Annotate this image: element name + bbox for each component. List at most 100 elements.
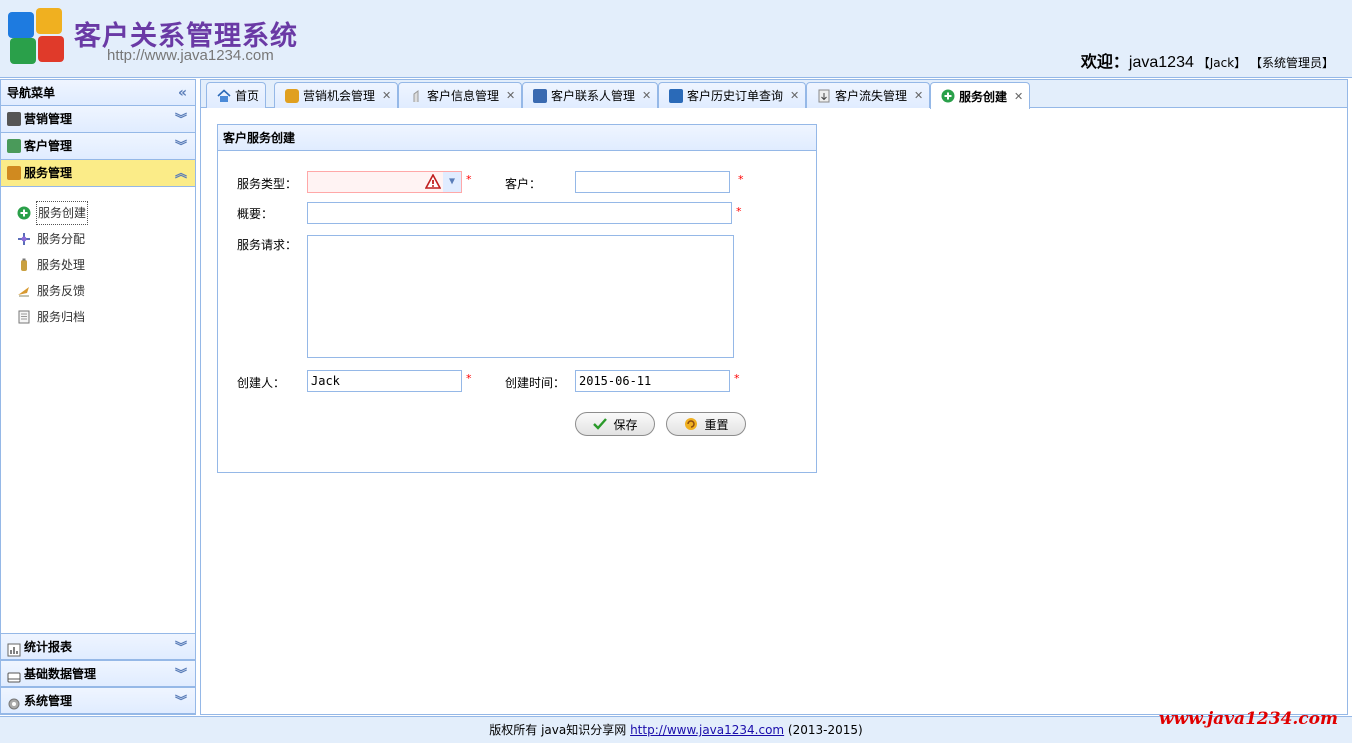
section-reports[interactable]: 统计报表 ︾ — [1, 633, 195, 660]
section-label: 系统管理 — [24, 693, 73, 708]
feedback-icon — [17, 284, 31, 298]
section-customers[interactable]: 客户管理 ︾ — [1, 133, 195, 160]
close-icon[interactable]: ✕ — [642, 89, 651, 102]
bottom-sections: 统计报表 ︾ 基础数据管理 ︾ 系统管理 ︾ — [1, 633, 195, 714]
username: java1234 — [1128, 54, 1194, 71]
tab-label: 服务创建 — [959, 89, 1008, 104]
chevron-down-icon[interactable]: ▼ — [443, 172, 461, 192]
footer-link[interactable]: http://www.java1234.com — [630, 723, 784, 737]
tab-customer-loss[interactable]: 客户流失管理 ✕ — [806, 82, 931, 108]
app-url: http://www.java1234.com — [107, 47, 274, 64]
order-history-icon — [669, 88, 683, 103]
home-icon — [217, 88, 231, 103]
tab-bar: 首页 营销机会管理 ✕ 客户信息管理 ✕ 客户联系人管理 ✕ 客户历史订单查询 … — [201, 80, 1347, 109]
nav-title-label: 导航菜单 — [7, 86, 56, 100]
footer: 版权所有 java知识分享网 http://www.java1234.com (… — [0, 716, 1352, 743]
reset-button[interactable]: 重置 — [666, 412, 746, 436]
section-system[interactable]: 系统管理 ︾ — [1, 687, 195, 714]
tab-marketing-opportunity[interactable]: 营销机会管理 ✕ — [274, 82, 399, 108]
collapse-left-icon[interactable]: « — [178, 80, 187, 106]
service-type-label: 服务类型： — [237, 177, 298, 191]
chevron-down-icon: ︾ — [174, 694, 187, 708]
tab-customer-contacts[interactable]: 客户联系人管理 ✕ — [522, 82, 659, 108]
section-label: 服务管理 — [24, 166, 73, 180]
tab-label: 客户流失管理 — [835, 89, 908, 103]
summary-label: 概要： — [237, 207, 274, 221]
tab-service-create[interactable]: 服务创建 ✕ — [930, 82, 1031, 109]
chevron-up-icon: ︽ — [174, 166, 187, 180]
tab-customer-info[interactable]: 客户信息管理 ✕ — [398, 82, 523, 108]
menu-item-service-assign[interactable]: 服务分配 — [1, 226, 195, 252]
tab-label: 客户联系人管理 — [551, 89, 636, 103]
section-label: 统计报表 — [24, 639, 73, 654]
close-icon[interactable]: ✕ — [382, 89, 391, 102]
menu-item-service-feedback[interactable]: 服务反馈 — [1, 278, 195, 304]
menu-item-label: 服务创建 — [36, 201, 89, 225]
save-button[interactable]: 保存 — [575, 412, 655, 436]
chevron-down-icon: ︾ — [174, 139, 187, 153]
chevron-down-icon: ︾ — [174, 640, 187, 654]
footer-prefix: 版权所有 java知识分享网 — [489, 723, 631, 737]
service-icon — [7, 166, 21, 180]
required-mark: * — [738, 173, 744, 186]
add-circle-icon — [17, 206, 31, 220]
chevron-down-icon: ︾ — [174, 667, 187, 681]
tab-home[interactable]: 首页 — [206, 82, 267, 108]
menu-item-label: 服务反馈 — [37, 284, 86, 298]
user-name-tag: 【Jack】 — [1197, 56, 1247, 70]
database-icon — [7, 667, 21, 682]
close-icon[interactable]: ✕ — [790, 89, 799, 102]
save-label: 保存 — [613, 417, 638, 432]
create-time-label: 创建时间： — [505, 376, 566, 390]
tab-order-history[interactable]: 客户历史订单查询 ✕ — [658, 82, 807, 108]
role-tag: 【系统管理员】 — [1249, 56, 1334, 70]
close-icon[interactable]: ✕ — [506, 89, 515, 102]
gear-icon — [7, 694, 21, 709]
section-label: 营销管理 — [24, 112, 73, 126]
nav-title: 导航菜单 « — [1, 80, 195, 106]
user-info-icon — [409, 89, 423, 103]
request-label: 服务请求： — [237, 238, 298, 252]
tab-label: 客户信息管理 — [427, 89, 500, 103]
welcome-label: 欢迎： — [1080, 52, 1129, 71]
coin-icon — [285, 88, 299, 103]
section-base-data[interactable]: 基础数据管理 ︾ — [1, 660, 195, 687]
customer-input[interactable] — [575, 171, 730, 193]
required-mark: * — [466, 173, 472, 186]
required-mark: * — [734, 372, 740, 385]
process-icon — [17, 258, 31, 272]
service-type-select[interactable]: ▼ — [307, 171, 462, 193]
assign-icon — [17, 232, 31, 246]
section-label: 基础数据管理 — [24, 666, 97, 681]
section-marketing[interactable]: 营销管理 ︾ — [1, 106, 195, 133]
section-label: 客户管理 — [24, 139, 73, 153]
close-icon[interactable]: ✕ — [1014, 90, 1023, 103]
summary-input[interactable] — [307, 202, 732, 224]
customers-icon — [7, 139, 21, 153]
creator-input[interactable]: Jack — [307, 370, 462, 392]
creator-label: 创建人： — [237, 376, 286, 390]
close-icon[interactable]: ✕ — [914, 89, 923, 102]
service-create-panel: 客户服务创建 服务类型： ▼ * 客户： * 概要： * 服务请求： 创建人： … — [217, 124, 817, 473]
tab-label: 营销机会管理 — [303, 89, 376, 103]
add-circle-icon — [941, 89, 955, 103]
marketing-icon — [7, 112, 21, 126]
menu-item-label: 服务处理 — [37, 258, 86, 272]
create-time-input[interactable]: 2015-06-11 — [575, 370, 730, 392]
sidebar: 导航菜单 « 营销管理 ︾ 客户管理 ︾ 服务管理 ︽ 服务创建 服务分配 服务… — [0, 79, 196, 715]
section-service[interactable]: 服务管理 ︽ — [1, 160, 195, 187]
menu-item-service-process[interactable]: 服务处理 — [1, 252, 195, 278]
menu-item-label: 服务分配 — [37, 232, 86, 246]
tab-label: 客户历史订单查询 — [687, 89, 784, 103]
watermark: www.java1234.com — [1158, 709, 1338, 729]
service-menu: 服务创建 服务分配 服务处理 服务反馈 服务归档 — [1, 187, 195, 632]
menu-item-service-create[interactable]: 服务创建 — [1, 200, 195, 226]
archive-icon — [17, 310, 31, 324]
chart-icon — [7, 640, 21, 656]
request-textarea[interactable] — [307, 235, 734, 358]
customer-label: 客户： — [505, 177, 542, 191]
required-mark: * — [466, 372, 472, 385]
welcome-area: 欢迎：java1234 【Jack】 【系统管理员】 — [1081, 48, 1334, 72]
reset-label: 重置 — [704, 417, 729, 432]
menu-item-service-archive[interactable]: 服务归档 — [1, 304, 195, 330]
